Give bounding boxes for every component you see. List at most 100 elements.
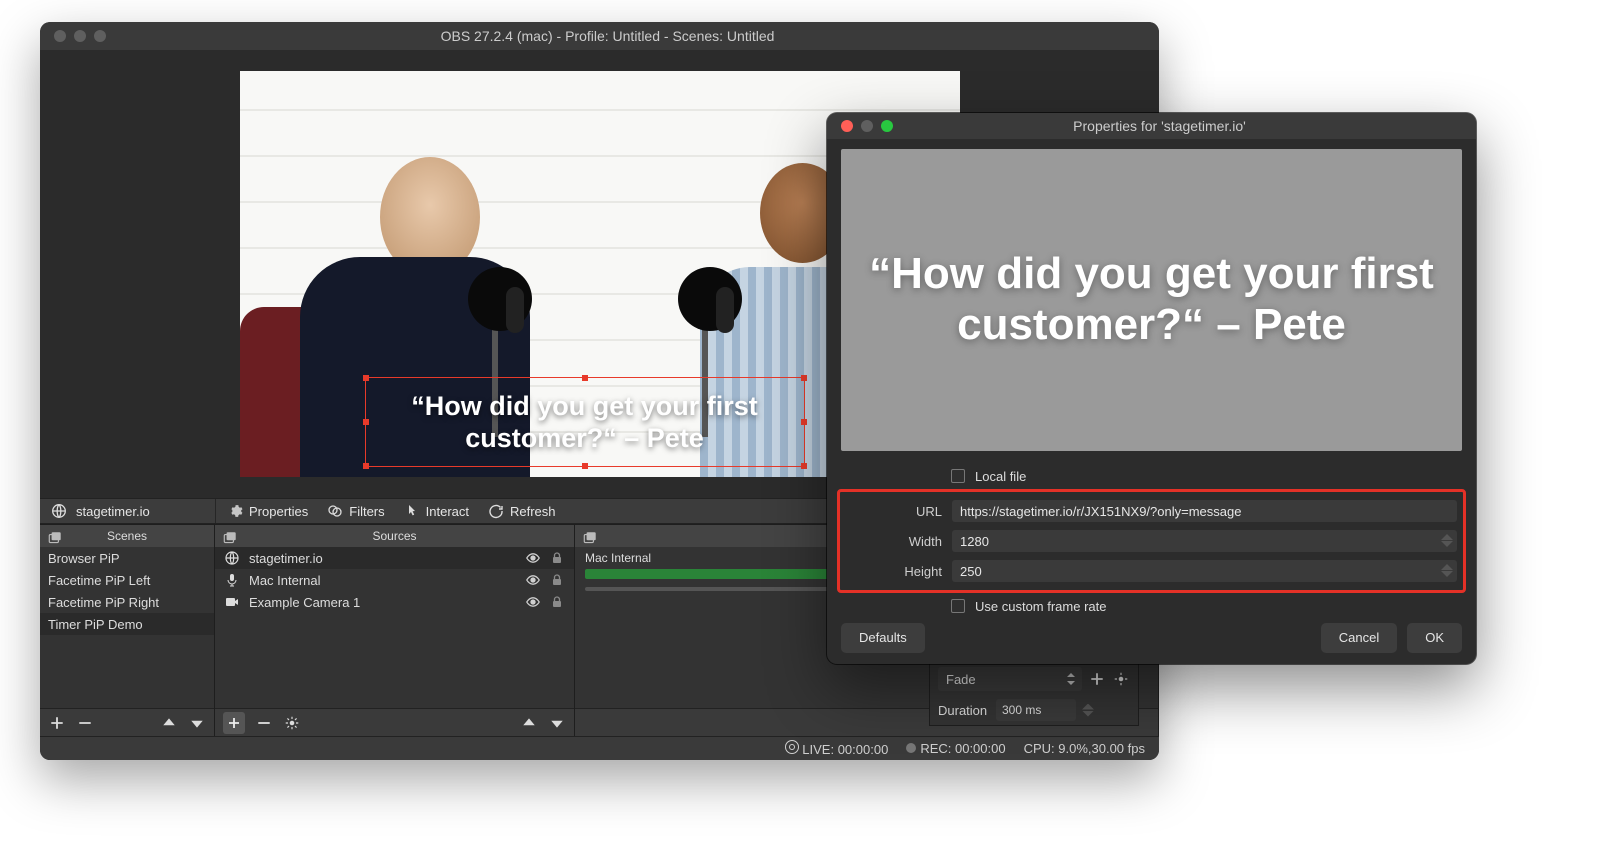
minimize-icon[interactable] <box>861 120 873 132</box>
sources-list[interactable]: stagetimer.io Mac Internal Example Camera … <box>215 547 574 708</box>
url-input[interactable]: https://stagetimer.io/r/JX151NX9/?only=m… <box>952 500 1457 522</box>
scenes-footer <box>40 708 214 736</box>
scene-up-button[interactable] <box>160 714 178 732</box>
properties-footer: Defaults Cancel OK <box>827 621 1476 664</box>
scenes-list[interactable]: Browser PiPFacetime PiP LeftFacetime PiP… <box>40 547 214 708</box>
spinner-icon[interactable] <box>1082 704 1094 717</box>
refresh-icon <box>487 502 505 520</box>
source-item[interactable]: stagetimer.io <box>215 547 574 569</box>
properties-form: Local file URL https://stagetimer.io/r/J… <box>841 461 1462 621</box>
properties-titlebar[interactable]: Properties for 'stagetimer.io' <box>827 113 1476 139</box>
popout-icon[interactable] <box>221 529 239 547</box>
properties-title: Properties for 'stagetimer.io' <box>893 118 1476 134</box>
window-controls <box>40 30 106 42</box>
broadcast-icon <box>785 740 799 754</box>
visibility-toggle[interactable] <box>524 549 542 567</box>
filters-button[interactable]: Filters <box>326 502 384 520</box>
cpu-status: CPU: 9.0%,30.00 fps <box>1024 741 1145 756</box>
transition-type-select[interactable]: Fade <box>938 667 1082 691</box>
pointer-icon <box>403 502 421 520</box>
remove-scene-button[interactable] <box>76 714 94 732</box>
transition-duration-value: 300 ms <box>1002 703 1041 717</box>
visibility-toggle[interactable] <box>524 571 542 589</box>
source-action-toolbar: Properties Filters Interact Refresh <box>216 502 566 520</box>
popout-icon[interactable] <box>581 529 599 547</box>
height-row: Height 250 <box>842 556 1457 586</box>
duration-label: Duration <box>938 703 990 718</box>
refresh-button[interactable]: Refresh <box>487 502 556 520</box>
source-item[interactable]: Example Camera 1 <box>215 591 574 613</box>
cancel-button[interactable]: Cancel <box>1321 623 1397 653</box>
sources-panel: Sources stagetimer.io Mac Internal Example… <box>215 525 575 736</box>
sources-footer <box>215 708 574 736</box>
main-window-title: OBS 27.2.4 (mac) - Profile: Untitled - S… <box>106 28 1159 44</box>
visibility-toggle[interactable] <box>524 593 542 611</box>
stream-status: LIVE: 00:00:00 <box>785 740 889 757</box>
properties-preview-text: “How did you get your first customer?“ –… <box>841 249 1462 350</box>
custom-fps-row: Use custom frame rate <box>841 591 1462 621</box>
interact-label: Interact <box>426 504 469 519</box>
overlay-message-text: “How did you get your first customer?“ –… <box>366 390 804 455</box>
source-item-label: stagetimer.io <box>249 551 323 566</box>
lock-toggle[interactable] <box>548 593 566 611</box>
highlight-box: URL https://stagetimer.io/r/JX151NX9/?on… <box>837 489 1466 593</box>
add-transition-button[interactable] <box>1088 670 1106 688</box>
ok-button[interactable]: OK <box>1407 623 1462 653</box>
local-file-checkbox[interactable] <box>951 469 965 483</box>
source-down-button[interactable] <box>548 714 566 732</box>
interact-button[interactable]: Interact <box>403 502 469 520</box>
add-scene-button[interactable] <box>48 714 66 732</box>
close-icon[interactable] <box>54 30 66 42</box>
properties-button[interactable]: Properties <box>226 502 308 520</box>
sources-header-label: Sources <box>372 529 416 543</box>
scene-item[interactable]: Browser PiP <box>40 547 214 569</box>
height-label: Height <box>842 564 942 579</box>
spinner-icon[interactable] <box>1441 534 1453 547</box>
scenes-header[interactable]: Scenes <box>40 525 214 547</box>
properties-label: Properties <box>249 504 308 519</box>
transition-settings-button[interactable] <box>1112 670 1130 688</box>
scene-item[interactable]: Timer PiP Demo <box>40 613 214 635</box>
custom-fps-checkbox[interactable] <box>951 599 965 613</box>
width-input[interactable]: 1280 <box>952 530 1457 552</box>
source-settings-button[interactable] <box>283 714 301 732</box>
properties-preview: “How did you get your first customer?“ –… <box>841 149 1462 451</box>
properties-dialog: Properties for 'stagetimer.io' “How did … <box>827 113 1476 664</box>
source-up-button[interactable] <box>520 714 538 732</box>
selected-source-label: stagetimer.io <box>76 504 150 519</box>
spinner-icon[interactable] <box>1441 564 1453 577</box>
source-item[interactable]: Mac Internal <box>215 569 574 591</box>
scene-item[interactable]: Facetime PiP Left <box>40 569 214 591</box>
zoom-icon[interactable] <box>94 30 106 42</box>
transition-duration-field[interactable]: 300 ms <box>996 699 1076 721</box>
defaults-button[interactable]: Defaults <box>841 623 925 653</box>
add-source-button[interactable] <box>223 712 245 734</box>
url-label: URL <box>842 504 942 519</box>
scenes-header-label: Scenes <box>107 529 147 543</box>
height-input[interactable]: 250 <box>952 560 1457 582</box>
source-item-label: Mac Internal <box>249 573 321 588</box>
url-value: https://stagetimer.io/r/JX151NX9/?only=m… <box>960 504 1241 519</box>
main-titlebar[interactable]: OBS 27.2.4 (mac) - Profile: Untitled - S… <box>40 22 1159 50</box>
transition-type-value: Fade <box>946 672 976 687</box>
close-icon[interactable] <box>841 120 853 132</box>
lock-toggle[interactable] <box>548 549 566 567</box>
selected-source-chip: stagetimer.io <box>40 502 215 520</box>
popout-icon[interactable] <box>46 529 64 547</box>
minimize-icon[interactable] <box>74 30 86 42</box>
remove-source-button[interactable] <box>255 714 273 732</box>
scene-down-button[interactable] <box>188 714 206 732</box>
custom-fps-label: Use custom frame rate <box>975 599 1107 614</box>
width-label: Width <box>842 534 942 549</box>
url-row: URL https://stagetimer.io/r/JX151NX9/?on… <box>842 496 1457 526</box>
gear-icon <box>226 502 244 520</box>
zoom-icon[interactable] <box>881 120 893 132</box>
globe-icon <box>223 549 241 567</box>
browser-source-selection[interactable]: “How did you get your first customer?“ –… <box>365 377 805 467</box>
filters-label: Filters <box>349 504 384 519</box>
sources-header[interactable]: Sources <box>215 525 574 547</box>
lock-toggle[interactable] <box>548 571 566 589</box>
record-icon <box>906 743 916 753</box>
scene-item[interactable]: Facetime PiP Right <box>40 591 214 613</box>
height-value: 250 <box>960 564 982 579</box>
